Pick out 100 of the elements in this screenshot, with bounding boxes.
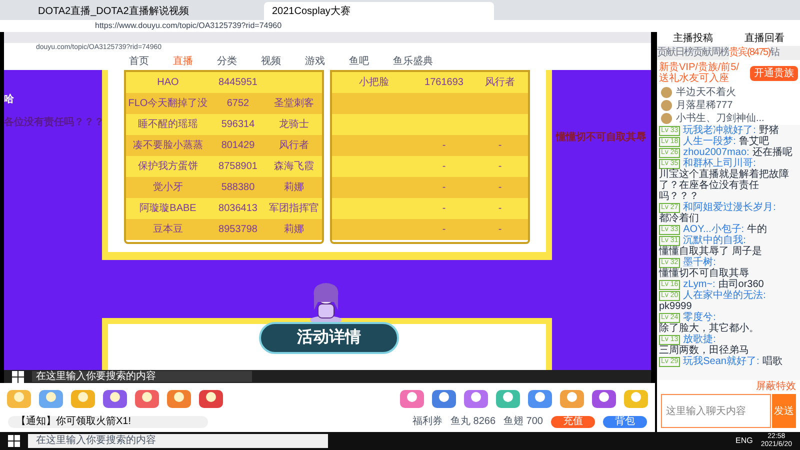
chat-message: 由司or360 <box>718 279 764 290</box>
rank-tab[interactable]: 贡献周榜 <box>693 46 729 60</box>
taskbar-search[interactable]: 在这里输入你要搜索的内容 <box>32 371 252 382</box>
table-cell-text: - <box>441 139 447 153</box>
table-cell-text: 596314 <box>220 118 256 132</box>
gift-icon[interactable] <box>463 388 489 410</box>
header-tab[interactable]: 直播回看 <box>744 33 784 45</box>
chat-username[interactable]: 沉默中的自我: <box>683 235 746 246</box>
table-cell-text: 睡不醒的瑶瑶 <box>137 118 199 132</box>
table-cell-text: 莉娜 <box>283 180 305 195</box>
table-cell-text: 森海飞霞 <box>273 160 315 174</box>
danmaku-comment: 哈 <box>4 92 14 107</box>
gift-icon[interactable] <box>399 388 425 410</box>
chat-username[interactable]: 放歌捷: <box>683 334 716 345</box>
guest-name[interactable]: 半边天不着火 <box>676 86 736 98</box>
gift-icon[interactable] <box>134 388 160 410</box>
table-cell-text: 588380 <box>220 181 256 195</box>
gift-icon[interactable] <box>166 388 192 410</box>
chat-message: 野猪 <box>758 125 779 136</box>
chat-input[interactable]: 这里输入聊天内容 <box>662 395 770 427</box>
browser-tab[interactable]: 2021Cosplay大赛 <box>264 2 494 20</box>
gift-icon[interactable] <box>431 388 457 410</box>
chat-username[interactable]: 玩我老冲就好了: <box>683 125 756 136</box>
table-cell-text: FLO今天翻掉了没 <box>127 96 209 111</box>
guest-name[interactable]: 月落星稀777 <box>676 100 733 112</box>
notice-text: 【通知】你可领取火箭X1! <box>8 416 208 428</box>
gift-icon[interactable] <box>591 388 617 410</box>
gift-icon[interactable] <box>527 388 553 410</box>
nav-link[interactable]: 分类 <box>217 54 237 69</box>
chat-message: 懂懂切不可自取其辱 <box>659 268 749 279</box>
fish-fin-count: 鱼翅 700 <box>504 416 543 428</box>
nav-link[interactable]: 鱼吧 <box>349 54 369 69</box>
rank-tab[interactable]: 钻 <box>770 46 779 60</box>
chat-username[interactable]: AOY...小包子: <box>683 224 744 235</box>
chat-username[interactable]: 零度兮: <box>683 312 716 323</box>
chat-username[interactable]: 和群杯上司川哥: <box>683 158 756 169</box>
table-cell-text: - <box>497 160 503 174</box>
table-cell-text: 801429 <box>220 139 256 153</box>
table-cell-text: 风行者 <box>278 138 310 153</box>
chat-username[interactable]: 人生一段梦: <box>683 136 736 147</box>
chat-username[interactable]: 人在家中坐的无法: <box>683 290 766 301</box>
table-cell-text: 小把脸 <box>358 76 390 90</box>
chat-username[interactable]: 墨千树: <box>683 257 716 268</box>
chat-message: 除了脸大，其它都小。 <box>659 323 759 334</box>
danmaku-comment: 懂懂切不可自取其辱 <box>556 130 646 145</box>
chat-message: 鲁艾吧 <box>738 136 769 147</box>
chat-message: 懂懂自取其辱了 周子是 <box>659 246 762 257</box>
gift-icon[interactable] <box>38 388 64 410</box>
effects-toggle[interactable]: 屏蔽特效 <box>756 381 796 393</box>
table-cell-text: 觉小牙 <box>152 180 184 195</box>
gift-icon[interactable] <box>495 388 521 410</box>
chat-message: 唱歌 <box>762 356 782 367</box>
avatar-icon <box>661 87 672 98</box>
gift-icon[interactable] <box>70 388 96 410</box>
table-cell-text: 风行者 <box>484 76 516 90</box>
gift-icon[interactable] <box>198 388 224 410</box>
chat-message: 三周两数，田径弟马 <box>659 345 749 356</box>
chat-username[interactable]: zLym~: <box>683 279 716 290</box>
taskbar-search[interactable]: 在这里输入你要搜索的内容 <box>28 434 328 448</box>
table-cell-text: 龙骑士 <box>278 118 310 132</box>
table-cell-text: 阿璇璇BABE <box>138 202 198 216</box>
table-cell-text: 军团指挥官 <box>268 202 320 216</box>
table-cell-text: 保护我方蛋饼 <box>137 160 199 174</box>
chat-username[interactable]: zhou2007mao: <box>683 147 750 158</box>
gift-icon[interactable] <box>102 388 128 410</box>
nav-link[interactable]: 直播 <box>173 54 193 69</box>
header-tab[interactable]: 主播投稿 <box>672 33 713 45</box>
chat-message: 牛的 <box>747 224 768 235</box>
table-cell-text: HAO <box>156 76 180 90</box>
nav-link[interactable]: 视频 <box>261 54 281 69</box>
windows-start-icon[interactable] <box>8 435 20 447</box>
table-cell-text: 凑不要脸小蒸蒸 <box>132 138 204 153</box>
coupon-link[interactable]: 福利券 <box>412 416 442 428</box>
fish-ball-count: 鱼丸 8266 <box>450 416 496 428</box>
send-button[interactable]: 发送 <box>772 394 796 428</box>
table-cell-text: 8445951 <box>218 76 258 90</box>
nav-link[interactable]: 首页 <box>129 54 149 69</box>
nav-link[interactable]: 鱼乐盛典 <box>393 54 433 69</box>
chat-message: 都冷着们 <box>659 213 699 224</box>
gift-icon[interactable] <box>559 388 585 410</box>
language-indicator[interactable]: ENG <box>736 435 753 447</box>
open-vip-button[interactable]: 开通贵族 <box>750 66 798 80</box>
table-cell-text: 莉娜 <box>283 222 305 237</box>
chat-username[interactable]: 和阿姐爱过漫长岁月: <box>683 202 776 213</box>
nav-link[interactable]: 游戏 <box>305 54 325 69</box>
avatar-icon <box>661 100 672 111</box>
recharge-button[interactable]: 充值 <box>551 416 595 428</box>
table-cell-text: 8758901 <box>218 160 258 174</box>
rank-tab[interactable]: 贵宾(8475) <box>729 46 770 60</box>
table-cell-text: 1761693 <box>424 76 464 90</box>
windows-start-icon[interactable] <box>12 370 24 382</box>
chat-username[interactable]: 玩我Sean就好了: <box>683 356 760 367</box>
chat-message: 川宝这个直播就是解着把故障了？在座各位没有责任吗？？？ <box>659 169 790 202</box>
rank-tab[interactable]: 贡献日榜 <box>657 46 693 60</box>
table-cell-text: 8953798 <box>218 223 258 237</box>
backpack-button[interactable]: 背包 <box>603 416 647 428</box>
chat-message: 还在播呢 <box>752 147 792 158</box>
table-cell-text: - <box>497 223 503 237</box>
table-cell-text: 8036413 <box>218 202 258 216</box>
guest-name[interactable]: 小书生、刀剑神仙... <box>676 112 764 124</box>
